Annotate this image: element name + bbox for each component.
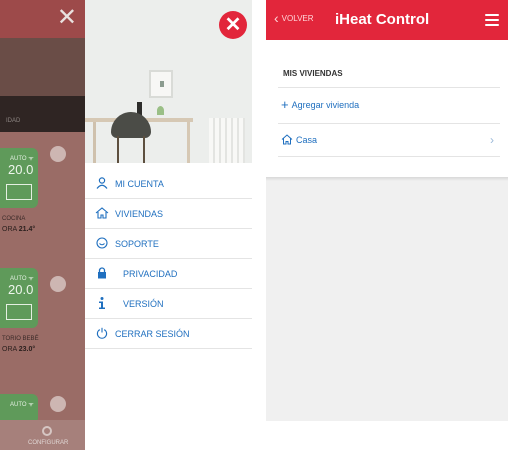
left-phone-screen: ✕ IDAD AUTO ᯤ 20.0 COCINA ORA 21.4° AUTO… [0,0,252,450]
menu-item-label: MI CUENTA [115,178,164,189]
close-icon: ✕ [56,4,77,31]
zone-mode: AUTO ᯤ [10,276,34,282]
drawer-menu: MI CUENTA VIVIENDAS SOPORTE PRIVACIDAD V… [85,169,252,349]
side-drawer: ✕ MI CUENTA VIVIENDAS SOPORTE PRIVACIDAD… [85,0,252,450]
desk-leg [187,122,190,163]
background-photo [0,38,85,96]
back-button[interactable]: ‹ VOLVER [274,10,314,26]
picture-frame [149,70,173,98]
radiator-icon [6,184,32,200]
zone-current-temp: ORA 23.0° [2,346,36,353]
right-phone-screen: ‹ VOLVER iHeat Control MIS VIVIENDAS + A… [266,0,508,421]
configure-bar: CONFIGURAR [0,420,85,450]
lock-icon [95,266,109,281]
house-icon [281,133,293,148]
home-list-item[interactable]: Casa › [278,123,500,157]
chevron-right-icon: › [490,133,494,147]
radiator-shape [209,118,245,163]
zone-thermostat-card: AUTO ᯤ 20.0 [0,268,38,328]
gear-icon [42,426,52,436]
menu-item-viviendas[interactable]: VIVIENDAS [85,199,252,229]
configure-label: CONFIGURAR [28,440,69,446]
home-name: Casa [296,135,318,145]
back-label: VOLVER [281,13,314,23]
app-header: ‹ VOLVER iHeat Control [266,0,508,40]
plus-icon: + [281,97,289,112]
house-icon [95,206,109,221]
homes-panel: MIS VIVIENDAS + Agregar vivienda Casa › [266,40,508,177]
info-icon [95,296,109,311]
zone-mode: AUTO ᯤ [10,156,34,162]
radiator-icon [6,304,32,320]
menu-item-mi-cuenta[interactable]: MI CUENTA [85,169,252,199]
dimmed-background-app[interactable]: ✕ IDAD AUTO ᯤ 20.0 COCINA ORA 21.4° AUTO… [0,0,85,450]
menu-item-soporte[interactable]: SOPORTE [85,229,252,259]
zone-toggle [50,276,66,292]
menu-item-label: PRIVACIDAD [123,268,178,279]
chair-leg [143,136,145,163]
background-band: IDAD [0,96,85,132]
app-title: iHeat Control [335,11,430,28]
user-icon [95,176,109,191]
drawer-close-button[interactable]: ✕ [219,11,247,39]
band-label: IDAD [6,118,21,124]
menu-item-privacidad[interactable]: PRIVACIDAD [85,259,252,289]
menu-item-cerrar-sesion[interactable]: CERRAR SESIÓN [85,319,252,349]
zone-name: COCINA [2,216,26,222]
section-title: MIS VIVIENDAS [283,69,343,78]
zone-setpoint: 20.0 [8,282,34,297]
zone-toggle [50,396,66,412]
menu-item-label: VIVIENDAS [115,208,164,219]
menu-item-version[interactable]: VERSIÓN [85,289,252,319]
zone-thermostat-card: AUTO ᯤ 20.0 [0,148,38,208]
zone-current-temp: ORA 21.4° [2,226,36,233]
app-screens: ✕ IDAD AUTO ᯤ 20.0 COCINA ORA 21.4° AUTO… [0,0,508,450]
add-home-label: Agregar vivienda [291,99,360,110]
drawer-hero-image: ✕ [85,0,252,163]
menu-item-label: SOPORTE [115,238,159,249]
panel-shadow [266,177,508,181]
plant-shape [157,106,164,115]
power-icon [95,327,109,341]
menu-item-label: CERRAR SESIÓN [115,328,190,339]
menu-item-label: VERSIÓN [123,298,164,309]
zone-mode: AUTO ᯤ [10,402,34,408]
close-icon: ✕ [224,14,242,36]
support-icon [95,236,109,251]
zone-name: TORIO BEBÉ [2,336,39,342]
zone-setpoint: 20.0 [8,162,34,177]
background-header: ✕ [0,0,85,38]
chevron-left-icon: ‹ [274,10,279,26]
zone-toggle [50,146,66,162]
add-home-button[interactable]: + Agregar vivienda [278,87,500,121]
desk-leg [93,122,96,163]
hamburger-menu-icon[interactable] [485,14,499,26]
chair-leg [117,136,119,163]
